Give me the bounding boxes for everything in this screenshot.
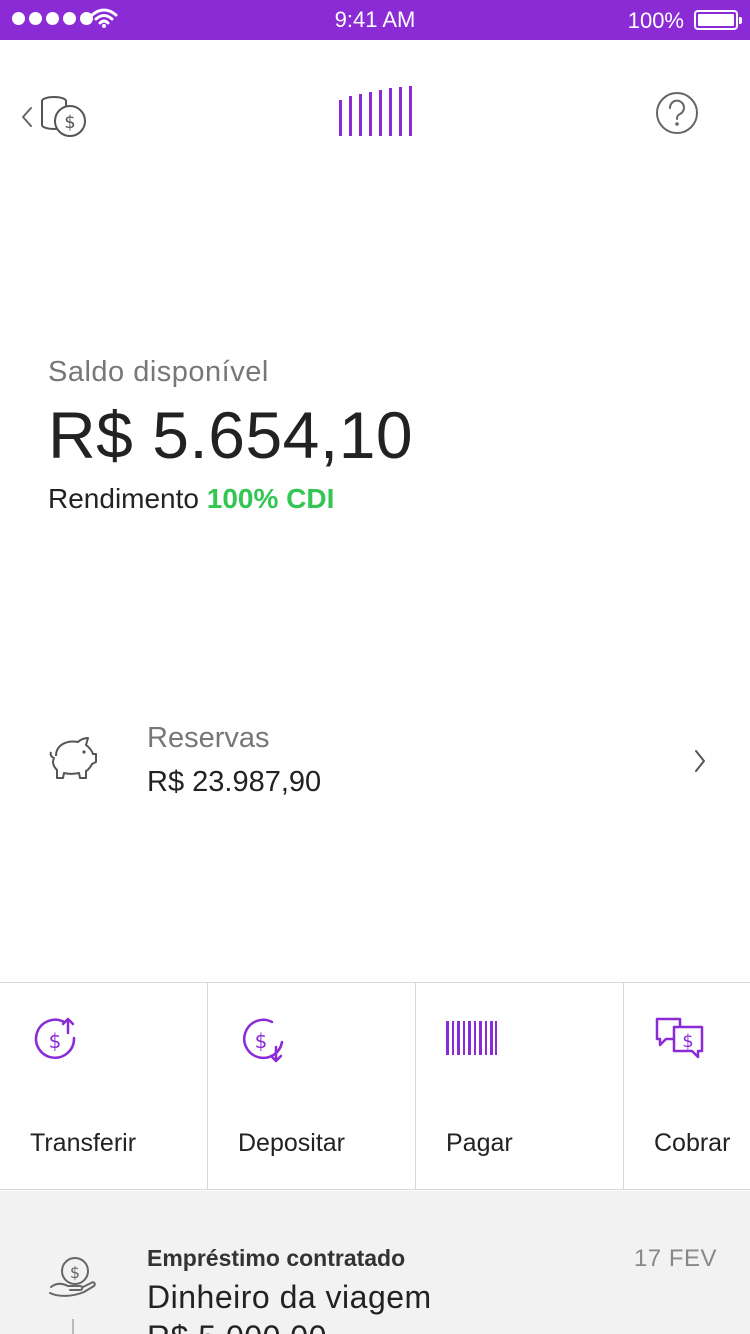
actions-bar: $ Transferir $ Depositar Pagar $ Cobrar <box>0 982 750 1190</box>
pay-button[interactable]: Pagar <box>416 983 624 1189</box>
help-icon[interactable] <box>654 90 700 136</box>
coins-icon: $ <box>41 96 86 137</box>
svg-text:$: $ <box>255 1029 268 1053</box>
chevron-right-icon <box>695 750 705 772</box>
yield-info: Rendimento 100% CDI <box>48 483 413 515</box>
pay-label: Pagar <box>446 1129 513 1157</box>
charge-icon: $ <box>655 1017 704 1059</box>
svg-text:$: $ <box>64 112 75 133</box>
transfer-label: Transferir <box>30 1129 137 1157</box>
balance-value: R$ 5.654,10 <box>48 398 414 472</box>
deposit-label: Depositar <box>238 1129 345 1157</box>
header: $ <box>0 40 750 180</box>
reserves-row[interactable]: Reservas R$ 23.987,90 <box>0 710 750 820</box>
yield-value: 100% CDI <box>206 483 335 514</box>
feed-item-date: 17 FEV <box>633 1245 717 1272</box>
reserves-label: Reservas <box>147 722 270 754</box>
svg-text:$: $ <box>70 1263 80 1282</box>
battery-icon <box>694 10 742 30</box>
activity-feed: $ Empréstimo contratado 17 FEV Dinheiro … <box>0 1191 750 1334</box>
transfer-button[interactable]: $ Transferir <box>0 983 208 1189</box>
charge-label: Cobrar <box>654 1129 731 1157</box>
status-bar: 9:41 AM 100% <box>0 0 750 40</box>
deposit-button[interactable]: $ Depositar <box>208 983 416 1189</box>
reserves-value: R$ 23.987,90 <box>147 766 322 798</box>
balance-section: Saldo disponível R$ 5.654,10 Rendimento … <box>48 356 413 515</box>
battery-percentage: 100% <box>627 8 684 33</box>
timeline-line <box>72 1319 74 1334</box>
barcode-logo-icon <box>339 86 412 136</box>
loan-hand-icon: $ <box>49 1257 96 1297</box>
feed-item-title: Empréstimo contratado <box>147 1245 406 1271</box>
transfer-icon: $ <box>34 1017 76 1059</box>
barcode-icon <box>446 1021 497 1055</box>
deposit-icon: $ <box>243 1018 284 1063</box>
back-button[interactable]: $ <box>20 92 100 142</box>
svg-text:$: $ <box>49 1029 62 1053</box>
charge-button[interactable]: $ Cobrar <box>624 983 750 1189</box>
svg-text:$: $ <box>682 1031 693 1052</box>
chevron-left-icon <box>22 107 32 127</box>
feed-item-name: Dinheiro da viagem <box>147 1279 432 1315</box>
yield-prefix: Rendimento <box>48 483 199 514</box>
piggy-bank-icon <box>49 737 97 779</box>
feed-item-amount: R$ 5.000,00 <box>147 1319 327 1334</box>
balance-label: Saldo disponível <box>48 356 269 388</box>
